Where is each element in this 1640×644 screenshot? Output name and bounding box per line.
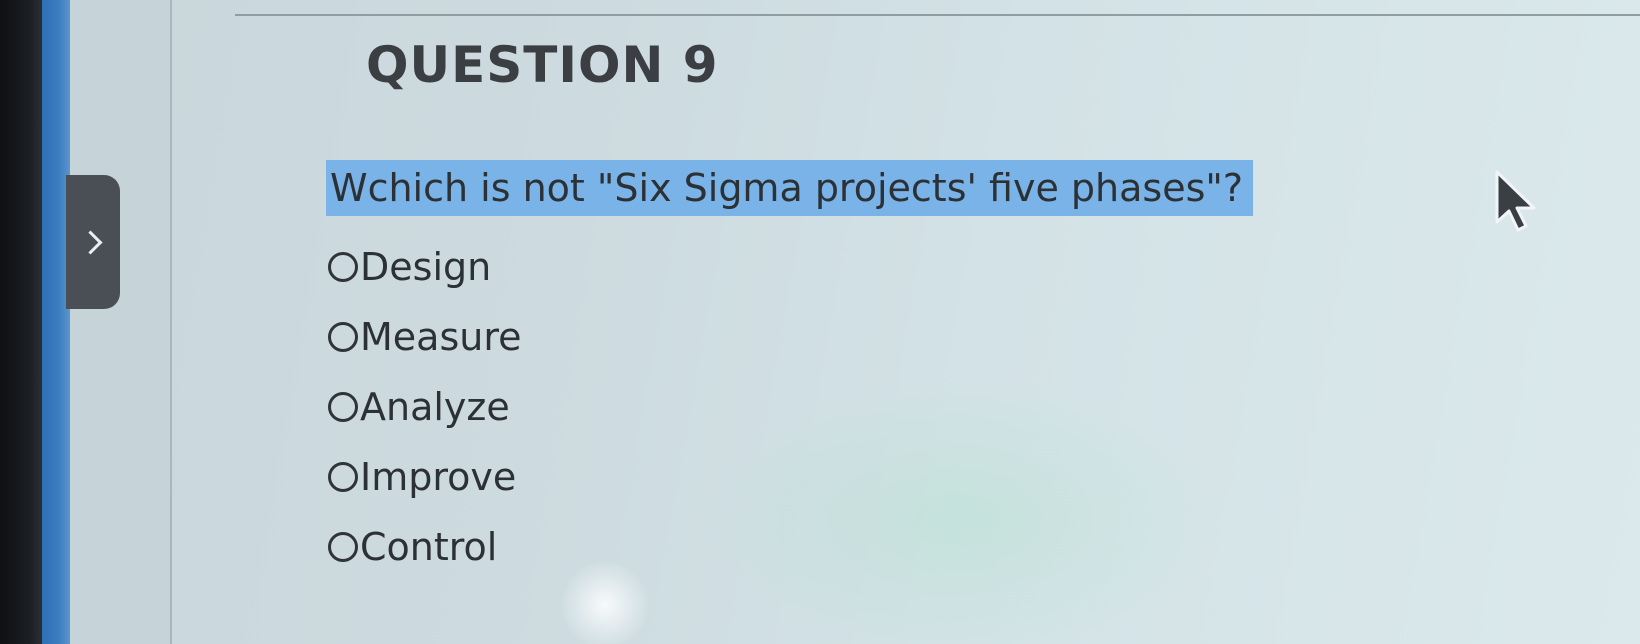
answer-option[interactable]: Design [328, 232, 522, 302]
answer-label: Measure [360, 315, 522, 359]
side-panel [70, 0, 172, 644]
answer-label: Control [360, 525, 498, 569]
question-prompt: Wchich is not "Six Sigma projects' five … [326, 160, 1254, 216]
screen-glare-tint [700, 380, 1220, 644]
answer-option[interactable]: Control [328, 512, 522, 582]
answer-label: Analyze [360, 385, 510, 429]
answer-label: Design [360, 245, 492, 289]
quiz-screen: QUESTION 9 Wchich is not "Six Sigma proj… [0, 0, 1640, 644]
answer-option[interactable]: Measure [328, 302, 522, 372]
answer-option[interactable]: Analyze [328, 372, 522, 442]
divider [235, 14, 1640, 16]
screen-glare [560, 560, 650, 644]
radio-button[interactable] [328, 252, 358, 282]
left-accent-strip [42, 0, 70, 644]
answer-options: Design Measure Analyze Improve Control [328, 232, 522, 582]
expand-sidebar-button[interactable] [66, 175, 120, 309]
answer-label: Improve [360, 455, 517, 499]
radio-button[interactable] [328, 462, 358, 492]
monitor-bezel [0, 0, 42, 644]
answer-option[interactable]: Improve [328, 442, 522, 512]
radio-button[interactable] [328, 392, 358, 422]
question-title: QUESTION 9 [366, 36, 719, 94]
radio-button[interactable] [328, 322, 358, 352]
radio-button[interactable] [328, 532, 358, 562]
chevron-right-icon [77, 229, 103, 255]
mouse-cursor-icon [1495, 170, 1536, 232]
